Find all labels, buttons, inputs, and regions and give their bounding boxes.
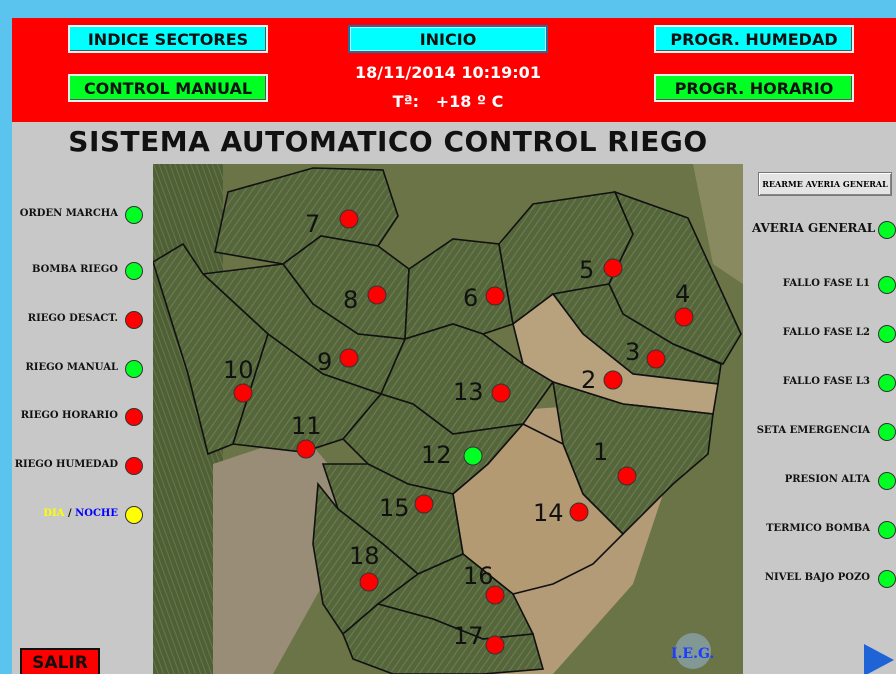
- sector-label: 18: [349, 542, 380, 570]
- sector-led[interactable]: [569, 502, 589, 522]
- sector-label: 3: [625, 338, 640, 366]
- presion-alta-led: [878, 472, 896, 490]
- status-led-riego-horario: [125, 408, 143, 426]
- status-label: RIEGO HORARIO: [20, 410, 118, 421]
- page-title: SISTEMA AUTOMATICO CONTROL RIEGO: [68, 125, 708, 158]
- sector-led[interactable]: [296, 439, 316, 459]
- sector-led[interactable]: [485, 635, 505, 655]
- sector-label: 17: [453, 622, 484, 650]
- sector-led[interactable]: [485, 585, 505, 605]
- sector-led[interactable]: [367, 285, 387, 305]
- status-label: RIEGO HUMEDAD: [14, 459, 118, 470]
- temperature-display: Tª: +18 º C: [368, 92, 528, 111]
- sector-led[interactable]: [491, 383, 511, 403]
- sector-label: 5: [579, 256, 594, 284]
- sector-led[interactable]: [359, 572, 379, 592]
- noche-text: NOCHE: [75, 508, 118, 519]
- fault-label: PRESION ALTA: [784, 474, 870, 485]
- progr-horario-button[interactable]: PROGR. HORARIO: [654, 74, 854, 102]
- fallo-fase-l1-led: [878, 276, 896, 294]
- sector-led[interactable]: [617, 466, 637, 486]
- dia-noche-separator: /: [64, 508, 76, 519]
- status-led-riego-desact: [125, 311, 143, 329]
- dia-noche-led: [125, 506, 143, 524]
- sector-label: 13: [453, 378, 484, 406]
- sector-label: 4: [675, 280, 690, 308]
- sector-led[interactable]: [485, 286, 505, 306]
- averia-general-led: [878, 221, 896, 239]
- fault-label: FALLO FASE L3: [782, 376, 870, 387]
- sector-led[interactable]: [233, 383, 253, 403]
- sector-label: 9: [317, 348, 332, 376]
- sector-label: 7: [305, 210, 320, 238]
- nivel-bajo-pozo-led: [878, 570, 896, 588]
- sector-label: 8: [343, 286, 358, 314]
- status-led-orden-marcha: [125, 206, 143, 224]
- sector-label: 14: [533, 499, 564, 527]
- sector-led[interactable]: [414, 494, 434, 514]
- triangle-right-icon[interactable]: [864, 644, 894, 674]
- sector-led[interactable]: [674, 307, 694, 327]
- sector-label: 1: [593, 438, 608, 466]
- fallo-fase-l3-led: [878, 374, 896, 392]
- sector-led[interactable]: [463, 446, 483, 466]
- seta-emergencia-led: [878, 423, 896, 441]
- sector-label: 2: [581, 366, 596, 394]
- status-led-riego-humedad: [125, 457, 143, 475]
- temperature-label: Tª:: [392, 92, 420, 111]
- scada-screen: INDICE SECTORES CONTROL MANUAL INICIO 18…: [12, 18, 896, 674]
- company-logo: I.E.G.: [671, 646, 714, 662]
- sector-label: 6: [463, 284, 478, 312]
- sector-led[interactable]: [603, 370, 623, 390]
- inicio-button[interactable]: INICIO: [348, 25, 548, 53]
- status-label: RIEGO DESACT.: [27, 313, 118, 324]
- status-label: RIEGO MANUAL: [25, 362, 118, 373]
- status-led-riego-manual: [125, 360, 143, 378]
- sector-led[interactable]: [339, 348, 359, 368]
- sector-led[interactable]: [646, 349, 666, 369]
- temperature-value: +18 º C: [435, 92, 504, 111]
- sector-label: 12: [421, 441, 452, 469]
- salir-button[interactable]: SALIR: [20, 648, 100, 674]
- fallo-fase-l2-led: [878, 325, 896, 343]
- aerial-map: I.E.G. 1 2 3 4 5 6 7 8 9 10 11 12 13 14 …: [153, 164, 743, 674]
- progr-humedad-button[interactable]: PROGR. HUMEDAD: [654, 25, 854, 53]
- sector-label: 11: [291, 412, 322, 440]
- status-label: ORDEN MARCHA: [19, 208, 118, 219]
- date-time-display: 18/11/2014 10:19:01: [355, 63, 541, 82]
- status-label: BOMBA RIEGO: [32, 264, 118, 275]
- fault-label: TERMICO BOMBA: [766, 523, 870, 534]
- control-manual-button[interactable]: CONTROL MANUAL: [68, 74, 268, 102]
- fault-label: FALLO FASE L2: [782, 327, 870, 338]
- sector-label: 16: [463, 562, 494, 590]
- field-map-svg: I.E.G. 1 2 3 4 5 6 7 8 9 10 11 12 13 14 …: [153, 164, 743, 674]
- indice-sectores-button[interactable]: INDICE SECTORES: [68, 25, 268, 53]
- header-bar: INDICE SECTORES CONTROL MANUAL INICIO 18…: [12, 18, 896, 122]
- fault-label: SETA EMERGENCIA: [756, 425, 870, 436]
- sector-label: 15: [379, 494, 410, 522]
- averia-general-label: AVERIA GENERAL: [752, 221, 876, 235]
- fault-label: NIVEL BAJO POZO: [764, 572, 870, 583]
- status-led-bomba-riego: [125, 262, 143, 280]
- termico-bomba-led: [878, 521, 896, 539]
- dia-text: DIA: [43, 508, 65, 519]
- sector-led[interactable]: [339, 209, 359, 229]
- rearme-averia-button[interactable]: REARME AVERIA GENERAL: [758, 172, 892, 196]
- sector-label: 10: [223, 356, 254, 384]
- dia-noche-label: DIA / NOCHE: [12, 508, 118, 519]
- sector-led[interactable]: [603, 258, 623, 278]
- fault-label: FALLO FASE L1: [782, 278, 870, 289]
